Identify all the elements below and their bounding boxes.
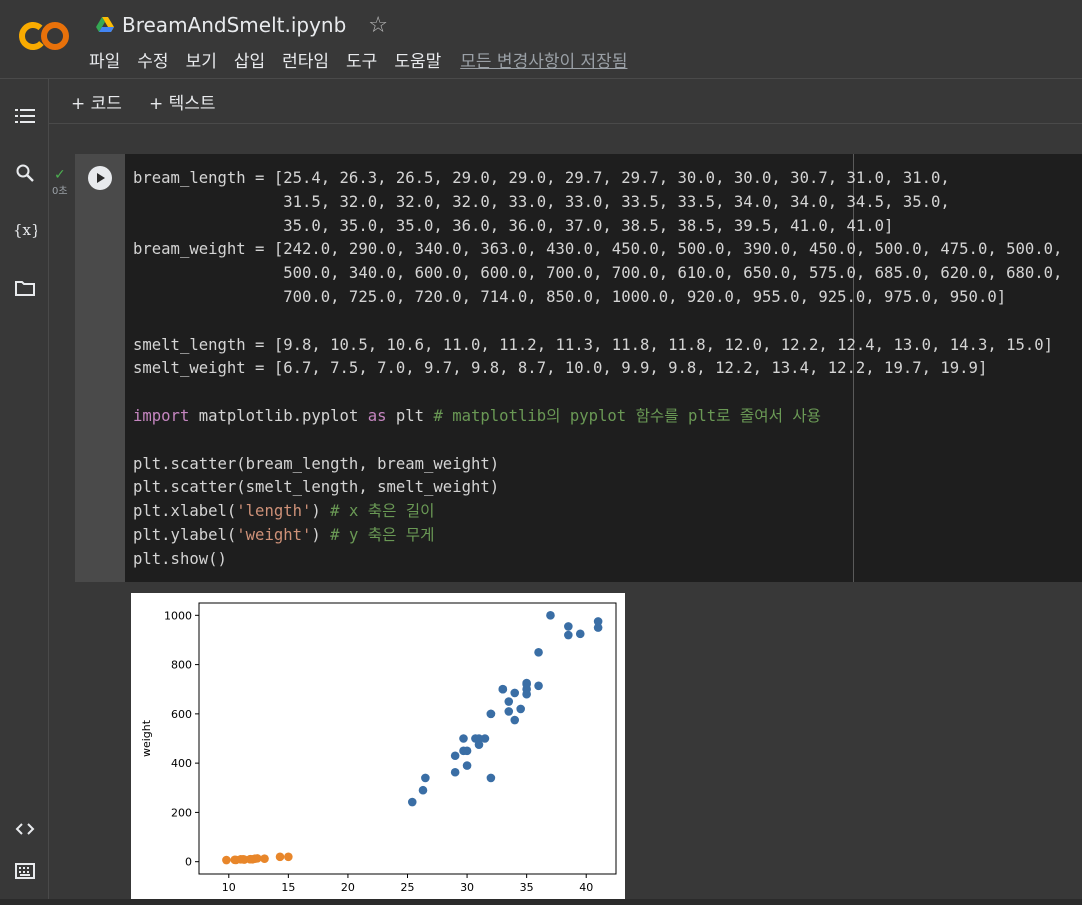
colab-logo[interactable] [18, 20, 70, 52]
code-line: plt.ylabel('weight') # y 축은 무게 [133, 525, 435, 544]
code-line: bream_length = [25.4, 26.3, 26.5, 29.0, … [133, 169, 950, 187]
data-point [593, 623, 603, 632]
data-point [462, 746, 472, 756]
run-cell-button[interactable] [88, 166, 112, 190]
x-tick-label: 35 [520, 881, 534, 894]
google-drive-icon [96, 17, 114, 32]
menu-bar: 파일 수정 보기 삽입 런타임 도구 도움말 모든 변경사항이 저장됨 [89, 47, 627, 72]
data-point [450, 751, 460, 761]
code-line: smelt_weight = [6.7, 7.5, 7.0, 9.7, 9.8,… [133, 359, 988, 378]
scatter-plot-svg: 10 15 20 25 30 35 4002004006008001000weight [140, 602, 617, 894]
code-line: 35.0, 35.0, 35.0, 36.0, 36.0, 37.0, 38.5… [133, 216, 894, 235]
toolbar-divider [49, 123, 1082, 124]
data-point [564, 630, 573, 640]
y-tick-label: 400 [171, 757, 192, 770]
code-line: bream_weight = [242.0, 290.0, 340.0, 363… [133, 240, 1063, 259]
data-point [486, 773, 496, 783]
data-point [260, 854, 269, 863]
save-status[interactable]: 모든 변경사항이 저장됨 [460, 47, 627, 72]
menu-file[interactable]: 파일 [89, 47, 120, 72]
left-sidebar: {x} [0, 79, 49, 899]
data-point [504, 697, 514, 706]
notebook-title[interactable]: BreamAndSmelt.ipynb [122, 13, 346, 37]
x-tick-label: 10 [222, 881, 236, 894]
status-bar [0, 899, 1082, 905]
menu-edit[interactable]: 수정 [137, 47, 168, 72]
menu-view[interactable]: 보기 [186, 47, 217, 72]
x-tick-label: 25 [401, 881, 415, 894]
data-point [510, 688, 520, 698]
x-tick-label: 40 [579, 881, 593, 894]
code-line: plt.show() [133, 549, 227, 568]
data-point [575, 629, 585, 639]
code-line: plt.xlabel('length') # x 축은 길이 [133, 502, 435, 521]
data-point [222, 855, 231, 865]
data-point [421, 773, 430, 783]
code-snippets-icon[interactable] [13, 817, 37, 841]
data-point [407, 797, 417, 807]
data-point [534, 647, 543, 657]
code-text[interactable]: bream_length = [25.4, 26.3, 26.5, 29.0, … [133, 167, 1062, 572]
app-header: BreamAndSmelt.ipynb ☆ 파일 수정 보기 삽입 런타임 도구… [0, 0, 1082, 78]
data-point [459, 734, 468, 743]
table-of-contents-icon[interactable] [13, 104, 37, 128]
code-line: plt.scatter(smelt_length, smelt_weight) [133, 478, 500, 497]
y-tick-label: 600 [171, 708, 192, 721]
scatter-plot: 10 15 20 25 30 35 40 0 200 400 600 800 1000 weight [131, 593, 625, 899]
code-line: 31.5, 32.0, 32.0, 32.0, 33.0, 33.0, 33.5… [133, 192, 950, 211]
code-line: plt.scatter(bream_length, bream_weight) [133, 454, 500, 473]
data-point [462, 761, 472, 770]
data-point [534, 681, 543, 691]
check-icon: ✓ [54, 167, 66, 183]
command-palette-icon[interactable] [13, 859, 37, 883]
menu-runtime[interactable]: 런타임 [282, 47, 329, 72]
plot-frame [198, 602, 617, 875]
code-line: 500.0, 340.0, 600.0, 600.0, 700.0, 700.0… [133, 264, 1063, 283]
code-line: 700.0, 725.0, 720.0, 714.0, 850.0, 1000.… [133, 287, 1007, 306]
code-line: smelt_length = [9.8, 10.5, 10.6, 11.0, 1… [133, 335, 1054, 354]
star-icon[interactable]: ☆ [368, 13, 388, 38]
data-point [522, 680, 531, 689]
x-tick-label: 15 [281, 881, 295, 894]
menu-insert[interactable]: 삽입 [234, 47, 265, 72]
svg-text:{x}: {x} [13, 221, 37, 239]
y-tick-label: 800 [171, 659, 192, 672]
y-tick-label: 1000 [164, 609, 192, 622]
data-point [450, 767, 460, 777]
execution-time: 0초 [52, 186, 68, 197]
data-point [564, 622, 573, 631]
y-tick-label: 0 [185, 856, 192, 869]
title-row: BreamAndSmelt.ipynb ☆ [96, 11, 388, 39]
y-axis-label: weight [140, 719, 153, 757]
variables-icon[interactable]: {x} [13, 218, 37, 242]
add-text-button[interactable]: + 텍스트 [149, 89, 216, 114]
data-point [546, 611, 555, 620]
folder-icon[interactable] [13, 276, 37, 300]
x-tick-label: 30 [460, 881, 474, 894]
code-line: import matplotlib.pyplot as plt # matplo… [133, 406, 822, 425]
data-point [486, 709, 496, 719]
data-point [510, 715, 520, 725]
search-icon[interactable] [13, 161, 37, 185]
cell-gutter [75, 154, 125, 582]
data-point [504, 707, 514, 716]
data-point [418, 785, 428, 795]
data-point [275, 852, 285, 862]
data-point [498, 684, 508, 694]
notebook-toolbar: + 코드 + 텍스트 [49, 79, 1082, 123]
menu-help[interactable]: 도움말 [394, 47, 441, 72]
x-tick-label: 20 [341, 881, 355, 894]
data-point [480, 734, 490, 743]
menu-tools[interactable]: 도구 [346, 47, 377, 72]
data-point [284, 852, 293, 862]
data-point [516, 704, 525, 714]
add-code-button[interactable]: + 코드 [71, 89, 122, 114]
execution-status: ✓ 0초 [52, 167, 68, 197]
y-tick-label: 200 [171, 806, 192, 819]
